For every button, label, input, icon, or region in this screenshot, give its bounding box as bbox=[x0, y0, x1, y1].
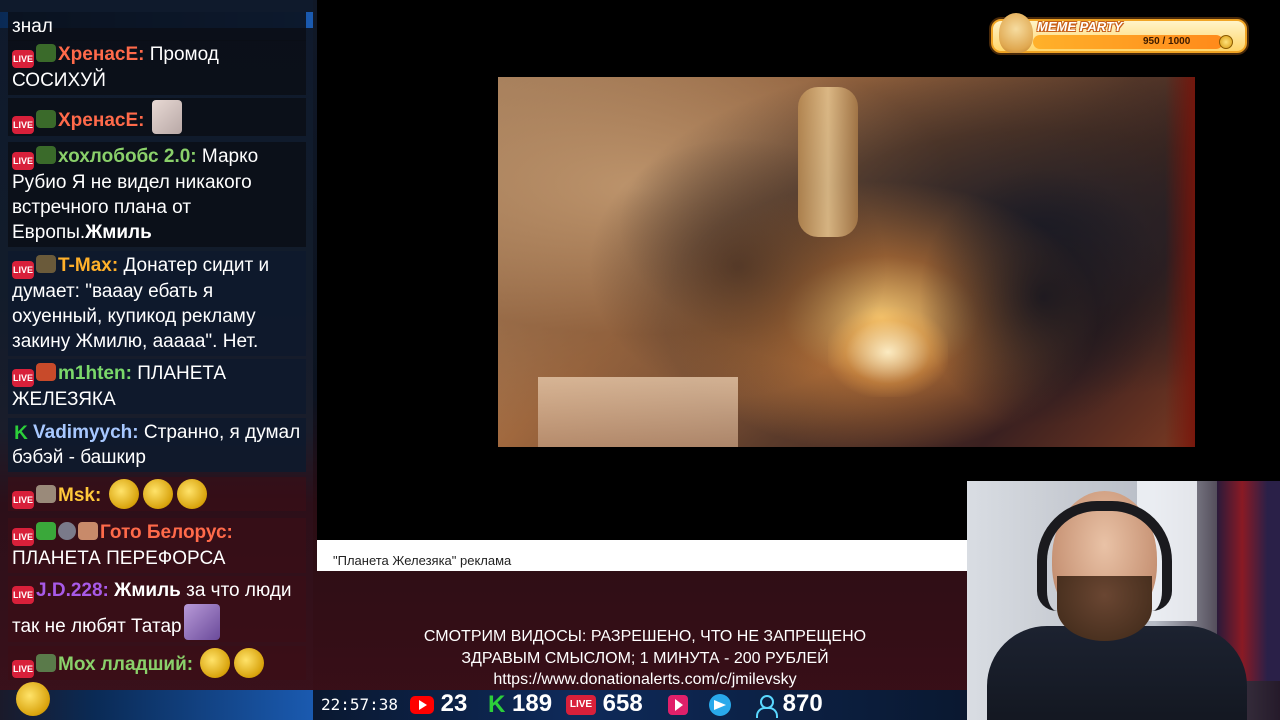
youtube-icon bbox=[410, 695, 434, 714]
smile-emote-icon bbox=[200, 648, 231, 678]
face-emote-icon bbox=[183, 604, 220, 640]
clap-emote-icon bbox=[108, 479, 139, 509]
live-badge-icon: LIVE bbox=[12, 50, 34, 68]
stream-layout: знал LIVE ХренасЕ: Промод СОСИХУЙ LIVE Хре… bbox=[0, 0, 1280, 720]
frog-badge-icon bbox=[36, 146, 56, 164]
chat-message: знал bbox=[8, 12, 306, 41]
vk-live-stat: LIVE 658 bbox=[566, 690, 643, 718]
clock: 22:57:38 bbox=[321, 695, 399, 714]
live-badge-icon: LIVE bbox=[12, 528, 34, 546]
chat-message: LIVE J.D.228: Жмиль за что люди так не лю… bbox=[8, 576, 306, 642]
chat-message: LIVE ХренасЕ: Промод СОСИХУЙ bbox=[8, 40, 306, 95]
mask-badge-icon bbox=[36, 363, 56, 381]
viewers-icon bbox=[754, 694, 778, 718]
kick-count: 189 bbox=[512, 690, 553, 717]
chat-message: K Vadimyych: Странно, я думал бэбэй - баш… bbox=[8, 418, 306, 472]
youtube-stat: 23 bbox=[410, 690, 467, 718]
video-frame[interactable] bbox=[498, 77, 1195, 447]
youtube-count: 23 bbox=[440, 690, 468, 717]
frog-badge-icon bbox=[36, 654, 56, 672]
tank-badge-icon bbox=[36, 255, 56, 273]
video-caption-bar: "Планета Железяка" реклама bbox=[317, 540, 967, 571]
frame-edge bbox=[1165, 77, 1195, 447]
live-badge-icon: LIVE bbox=[12, 491, 34, 509]
rules-line: СМОТРИМ ВИДОСЫ: РАЗРЕШЕНО, ЧТО НЕ ЗАПРЕЩ… bbox=[423, 628, 867, 645]
hand-badge-icon bbox=[36, 485, 56, 503]
viewers-count: 870 bbox=[782, 690, 823, 717]
chat-message-text: знал bbox=[12, 16, 53, 37]
chat-username[interactable]: Гото Белорус: bbox=[100, 522, 233, 543]
kick-icon: K bbox=[488, 690, 506, 718]
meme-party-widget: MEME PARTY 950 / 1000 bbox=[991, 13, 1247, 53]
vk-play-stat bbox=[668, 690, 688, 718]
meme-party-progress-bar bbox=[1033, 35, 1223, 49]
chat-mention: Жмиль bbox=[114, 580, 181, 601]
webcam-feed bbox=[967, 481, 1280, 720]
avatar-badge-icon bbox=[78, 522, 98, 540]
floor-region bbox=[538, 377, 738, 447]
vk-live-count: 658 bbox=[602, 690, 643, 717]
chat-message-text: ПЛАНЕТА ПЕРЕФОРСА bbox=[12, 548, 226, 569]
vk-play-icon bbox=[668, 694, 688, 715]
chat-panel: знал LIVE ХренасЕ: Промод СОСИХУЙ LIVE Хре… bbox=[0, 0, 313, 720]
chat-username[interactable]: m1hten: bbox=[58, 363, 132, 384]
chat-username[interactable]: хохлобобс 2.0: bbox=[58, 146, 197, 167]
video-caption: "Планета Железяка" реклама bbox=[333, 553, 512, 568]
vk-live-icon: LIVE bbox=[566, 694, 596, 715]
chat-message: LIVE Мох лладший: bbox=[8, 646, 306, 680]
smile-emote-icon bbox=[234, 648, 265, 678]
chat-message: LIVE m1hten: ПЛАНЕТА ЖЕЛЕЗЯКА bbox=[8, 359, 306, 414]
live-badge-icon: LIVE bbox=[12, 116, 34, 134]
frog-badge-icon bbox=[36, 44, 56, 62]
donation-link[interactable]: https://www.donationalerts.com/c/jmilevs… bbox=[320, 669, 970, 691]
live-badge-icon: LIVE bbox=[12, 369, 34, 387]
clap-emote-icon bbox=[176, 479, 207, 509]
chat-username[interactable]: Msk: bbox=[58, 485, 101, 506]
clap-emote-icon bbox=[142, 479, 173, 509]
chat-username[interactable]: Мох лладший: bbox=[58, 654, 193, 675]
rules-line: ЗДРАВЫМ СМЫСЛОМ; 1 МИНУТА - 200 РУБЛЕЙ bbox=[461, 650, 829, 667]
chat-username[interactable]: J.D.228: bbox=[36, 580, 109, 601]
hand-emote-icon bbox=[151, 100, 182, 134]
viewers-stat: 870 bbox=[754, 690, 823, 718]
headphones bbox=[1037, 501, 1172, 611]
live-badge-icon: LIVE bbox=[12, 152, 34, 170]
chat-username[interactable]: ХренасЕ: bbox=[58, 44, 144, 65]
doge-icon bbox=[999, 13, 1033, 53]
live-badge-icon: LIVE bbox=[12, 660, 34, 678]
kick-badge-icon: K bbox=[14, 423, 28, 444]
smile-emote-icon bbox=[16, 682, 50, 716]
light-flare bbox=[828, 307, 948, 397]
chat-username[interactable]: T-Max: bbox=[58, 255, 118, 276]
chat-message: LIVE T-Max: Донатер сидит и думает: "вааа… bbox=[8, 251, 306, 356]
chat-message: LIVE Msk: bbox=[8, 477, 306, 511]
engine-cylinder-region bbox=[798, 87, 858, 237]
chat-username[interactable]: ХренасЕ: bbox=[58, 110, 144, 131]
chat-message: LIVE хохлобобс 2.0: Марко Рубио Я не виде… bbox=[8, 142, 306, 247]
telegram-stat bbox=[709, 690, 731, 718]
live-badge-icon: LIVE bbox=[12, 261, 34, 279]
verified-badge-icon bbox=[58, 522, 76, 540]
kick-stat: K 189 bbox=[488, 690, 552, 718]
chat-mention: Жмиль bbox=[85, 222, 152, 243]
engine-image-region bbox=[918, 167, 1168, 427]
streamer-body bbox=[987, 626, 1247, 720]
coin-icon bbox=[1219, 35, 1233, 49]
frog-badge-icon bbox=[36, 110, 56, 128]
telegram-icon bbox=[709, 693, 731, 716]
live-badge-icon: LIVE bbox=[12, 586, 34, 604]
check-badge-icon bbox=[36, 522, 56, 540]
meme-party-title: MEME PARTY bbox=[1037, 19, 1123, 34]
chat-username[interactable]: Vadimyych: bbox=[33, 422, 139, 443]
meme-party-count: 950 / 1000 bbox=[1143, 36, 1191, 47]
chat-message: LIVE Гото Белорус: ПЛАНЕТА ПЕРЕФОРСА bbox=[8, 518, 306, 573]
chat-message: LIVE ХренасЕ: bbox=[8, 98, 306, 136]
